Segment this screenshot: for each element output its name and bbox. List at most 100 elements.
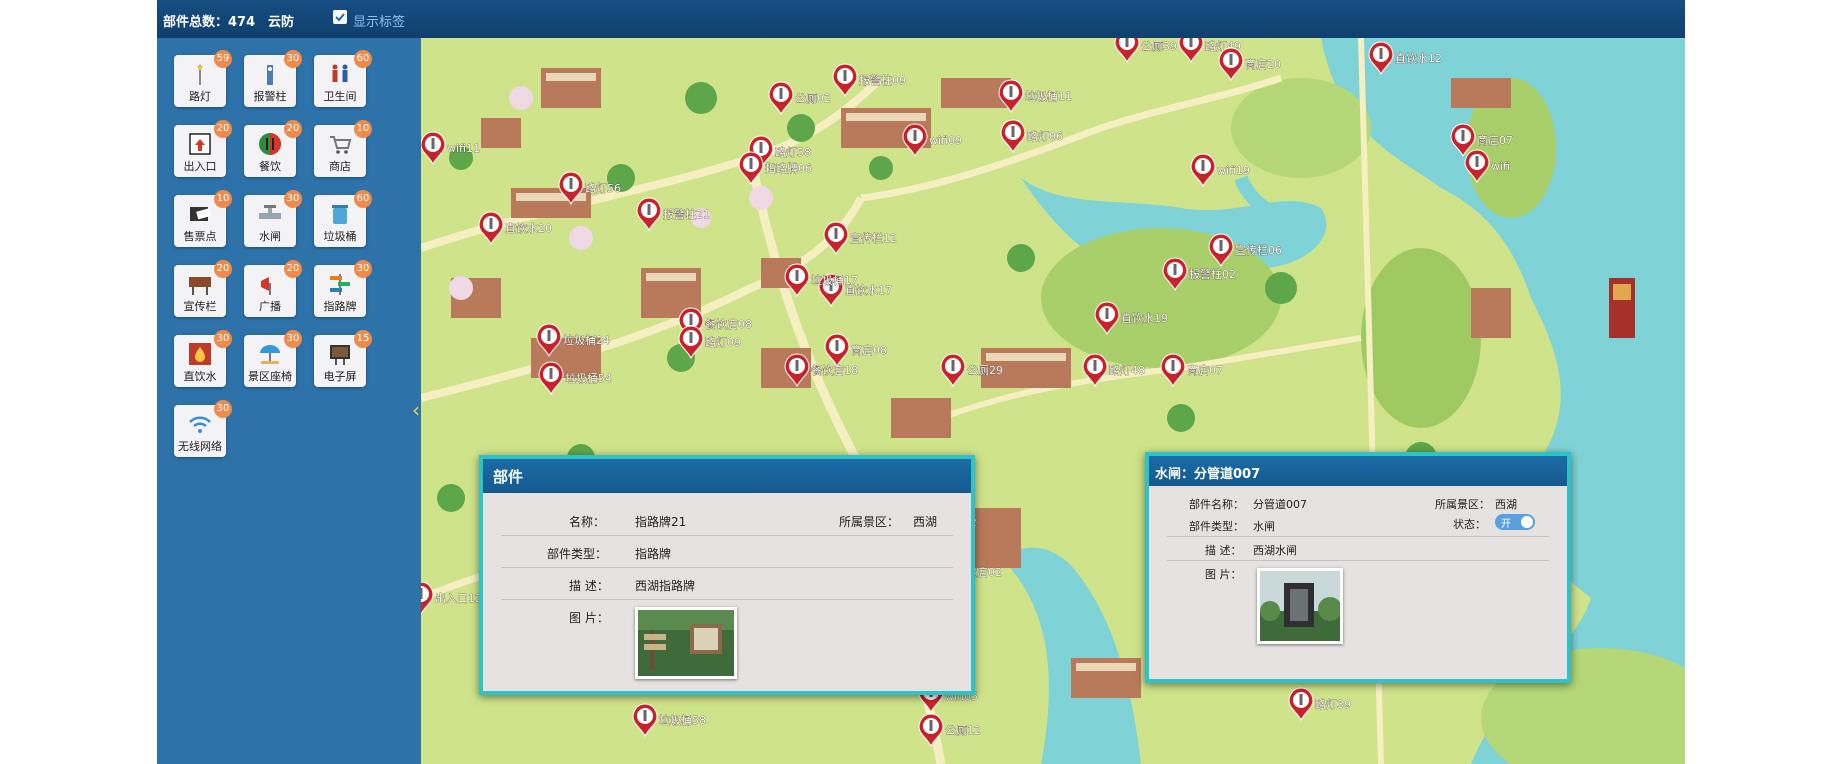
component-photo[interactable] (635, 607, 737, 679)
ticket-icon (186, 201, 214, 227)
count-badge: 59 (214, 50, 232, 68)
cloud-defense-link[interactable]: 云防 (268, 11, 294, 30)
name-value: 指路牌21 (635, 515, 687, 529)
toggle-knob (1521, 516, 1533, 528)
divider (1167, 536, 1549, 537)
screen-icon (326, 341, 354, 367)
desc-value: 西湖水闸 (1253, 544, 1297, 557)
type-value: 水闸 (1253, 520, 1275, 533)
map-pin-label: 指路牌06 (765, 161, 812, 175)
street-lamp-icon (186, 61, 214, 87)
category-label: 售票点 (183, 230, 217, 243)
category-button-trash-bin[interactable]: 垃圾桶 60 (314, 190, 372, 247)
collapse-arrow-icon[interactable]: ‹ (412, 398, 420, 422)
category-button-street-lamp[interactable]: 路灯 59 (174, 50, 232, 107)
category-button-broadcast[interactable]: 广播 20 (244, 260, 302, 317)
name-value: 分管道007 (1253, 498, 1307, 511)
divider (501, 535, 953, 536)
category-label: 卫生间 (323, 90, 357, 103)
signpost-icon (326, 271, 354, 297)
category-button-wifi[interactable]: 无线网络 30 (174, 400, 232, 457)
map-pin-label: 垃圾桶17 (811, 273, 858, 287)
category-button-bench[interactable]: 景区座椅 30 (244, 330, 302, 387)
status-toggle-label: 开 (1501, 519, 1511, 530)
map-pin-label: 路灯06 (1027, 130, 1063, 143)
bench-icon (256, 341, 284, 367)
desc-value: 西湖指路牌 (635, 579, 696, 593)
count-badge: 30 (284, 330, 302, 348)
category-label: 水闸 (259, 230, 281, 243)
category-button-dining[interactable]: 餐饮 20 (244, 120, 302, 177)
count-badge: 20 (284, 120, 302, 138)
category-button-billboard[interactable]: 宣传栏 20 (174, 260, 232, 317)
category-label: 宣传栏 (183, 300, 217, 313)
restroom-icon (326, 61, 354, 87)
category-label: 直饮水 (183, 370, 217, 383)
checkmark-icon (335, 13, 345, 22)
map-pin-label: 报警柱09 (859, 73, 906, 87)
map-pin-label: 出入口12 (435, 591, 482, 605)
map-pin-label: 垃圾桶58 (659, 713, 706, 727)
category-button-water-valve[interactable]: 水闸 30 (244, 190, 302, 247)
map-pin-label: wifi09 (929, 134, 962, 147)
count-badge: 10 (354, 120, 372, 138)
map-pin-label: wifi19 (1217, 164, 1250, 177)
category-button-shopping-cart[interactable]: 商店 10 (314, 120, 372, 177)
valve-info-panel: 水闸：分管道007 部件名称： 分管道007 所属景区： 西湖 状态： 开 部件… (1145, 452, 1571, 683)
category-label: 无线网络 (178, 440, 222, 453)
desc-label: 描 述： (569, 579, 609, 593)
map-pin-label: 路灯09 (705, 336, 741, 349)
category-button-screen[interactable]: 电子屏 15 (314, 330, 372, 387)
map-pin-label: 公厕12 (945, 724, 981, 737)
alarm-pillar-icon (256, 61, 284, 87)
category-button-drinking-water[interactable]: 直饮水 30 (174, 330, 232, 387)
category-button-alarm-pillar[interactable]: 报警柱 30 (244, 50, 302, 107)
top-bar: 部件总数：474 云防 显示标签 (157, 0, 1685, 38)
map-pin-label: 垃圾桶24 (563, 333, 610, 347)
show-labels-checkbox[interactable] (333, 10, 347, 24)
map-pin-label: wifi (1491, 160, 1510, 173)
map-pin-label: 公厕29 (967, 364, 1003, 377)
map-pin-label: 商店07 (1477, 133, 1513, 147)
map-pin-label: wifi11 (447, 142, 480, 155)
image-label: 图 片： (569, 611, 609, 625)
category-button-ticket[interactable]: 售票点 10 (174, 190, 232, 247)
valve-photo[interactable] (1257, 568, 1343, 644)
count-badge: 30 (214, 400, 232, 418)
category-sidebar: 路灯 59 报警柱 30 卫生间 60 出入口 20 餐饮 20 商店 10 售票点 10 水闸 30 垃圾桶 6… (157, 38, 421, 764)
component-count: 部件总数：474 (163, 15, 256, 30)
area-value: 西湖 (913, 515, 938, 529)
category-label: 景区座椅 (248, 370, 292, 383)
count-badge: 30 (214, 330, 232, 348)
category-button-restroom[interactable]: 卫生间 60 (314, 50, 372, 107)
category-label: 垃圾桶 (323, 230, 357, 243)
map-pin-label: 宣传栏06 (1235, 243, 1282, 257)
map-pin-label: 直饮水12 (1395, 51, 1442, 65)
divider (501, 599, 953, 600)
trash-bin-icon (326, 201, 354, 227)
map-pin-label: 垃圾桶11 (1025, 89, 1072, 103)
show-labels-label[interactable]: 显示标签 (353, 11, 405, 30)
area-label: 所属景区： (1435, 498, 1490, 511)
count-badge: 30 (284, 50, 302, 68)
category-button-signpost[interactable]: 指路牌 30 (314, 260, 372, 317)
name-label: 部件名称： (1189, 498, 1244, 511)
panel-title: 部件 (493, 468, 524, 486)
category-label: 商店 (329, 160, 351, 173)
map-pin-label: 路灯48 (1109, 364, 1145, 377)
type-label: 部件类型： (1189, 520, 1244, 533)
billboard-icon (186, 271, 214, 297)
app-window: 部件总数：474 云防 显示标签 路灯 59 报警柱 30 卫生间 60 出入口 20 餐饮 20… (157, 0, 1685, 764)
category-button-entrance[interactable]: 出入口 20 (174, 120, 232, 177)
count-badge: 20 (284, 260, 302, 278)
type-label: 部件类型： (547, 547, 608, 561)
component-info-panel: 部件 名称： 指路牌21 所属景区： 西湖 部件类型： 指路牌 描 述： 西湖指… (479, 455, 975, 695)
map-pin-label: 餐饮店08 (705, 317, 752, 331)
name-label: 名称： (569, 515, 606, 529)
map-pin-label: 餐饮店18 (811, 363, 858, 377)
divider (1167, 560, 1549, 561)
count-badge: 60 (354, 190, 372, 208)
category-label: 广播 (259, 300, 281, 313)
category-label: 出入口 (183, 160, 217, 173)
status-toggle[interactable]: 开 (1495, 514, 1535, 530)
